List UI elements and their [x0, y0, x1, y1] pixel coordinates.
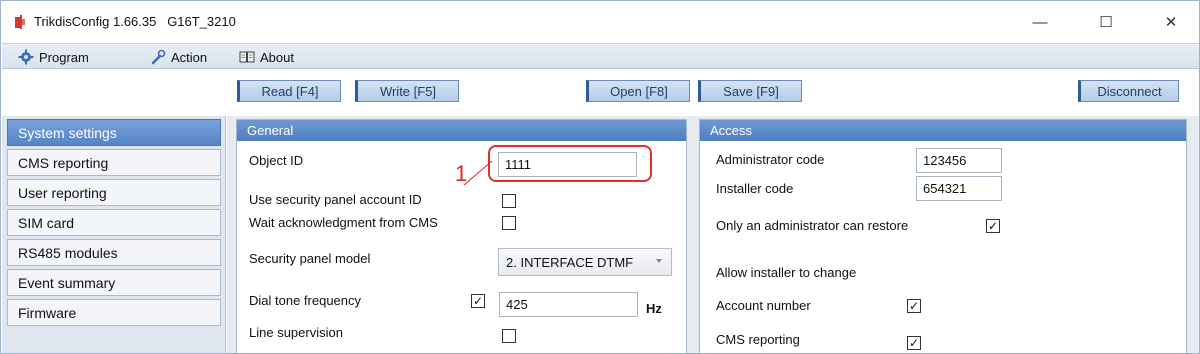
menu-about-label: About — [260, 49, 294, 65]
sidebar-item-firmware[interactable]: Firmware — [7, 299, 221, 326]
annotation-number: 1 — [455, 161, 468, 186]
dial-tone-label: Dial tone frequency — [249, 293, 362, 308]
admin-code-label: Administrator code — [716, 152, 825, 167]
object-id-label: Object ID — [249, 153, 304, 168]
maximize-button[interactable]: ☐ — [1084, 9, 1128, 35]
book-icon — [239, 51, 255, 63]
panel-model-label: Security panel model — [249, 251, 371, 266]
account-number-label: Account number — [716, 298, 811, 313]
chevron-down-icon — [656, 259, 662, 263]
menu-program[interactable]: Program — [18, 47, 89, 67]
window-title: TrikdisConfig 1.66.35 G16T_3210 — [34, 14, 236, 29]
cms-reporting-label: CMS reporting — [716, 332, 800, 347]
check-icon: ✓ — [472, 294, 484, 308]
save-button[interactable]: Save [F9] — [698, 80, 802, 102]
toolbar: Read [F4] Write [F5] Open [F8] Save [F9]… — [1, 70, 1199, 110]
app-window: TrikdisConfig 1.66.35 G16T_3210 — ☐ ✕ Pr… — [0, 0, 1200, 354]
annotation-highlight — [488, 145, 652, 182]
only-admin-checkbox[interactable]: ✓ — [986, 219, 1000, 233]
only-admin-label: Only an administrator can restore — [716, 218, 909, 233]
dial-tone-input[interactable]: 425 — [499, 292, 638, 317]
menu-action[interactable]: Action — [150, 47, 207, 67]
wrench-icon — [151, 49, 166, 65]
check-icon: ✓ — [987, 219, 999, 233]
open-button[interactable]: Open [F8] — [586, 80, 690, 102]
allow-installer-label: Allow installer to change — [716, 265, 857, 280]
title-bar: TrikdisConfig 1.66.35 G16T_3210 — ☐ ✕ — [1, 1, 1199, 41]
sidebar-item-event-summary[interactable]: Event summary — [7, 269, 221, 296]
trikdis-app-icon — [15, 15, 25, 29]
menu-program-label: Program — [39, 49, 89, 65]
use-account-id-checkbox[interactable] — [502, 194, 516, 208]
cms-reporting-checkbox[interactable]: ✓ — [907, 336, 921, 350]
access-panel-header: Access — [700, 120, 1186, 141]
sidebar-item-cms-reporting[interactable]: CMS reporting — [7, 149, 221, 176]
gear-icon — [18, 49, 34, 65]
use-account-id-label: Use security panel account ID — [249, 192, 422, 207]
check-icon: ✓ — [908, 299, 920, 313]
dial-tone-checkbox[interactable]: ✓ — [471, 294, 485, 308]
line-supervision-label: Line supervision — [249, 325, 343, 340]
wait-ack-checkbox[interactable] — [502, 216, 516, 230]
sidebar-item-rs485-modules[interactable]: RS485 modules — [7, 239, 221, 266]
account-number-checkbox[interactable]: ✓ — [907, 299, 921, 313]
sidebar-item-sim-card[interactable]: SIM card — [7, 209, 221, 236]
close-button[interactable]: ✕ — [1149, 9, 1193, 35]
general-panel-header: General — [237, 120, 686, 141]
disconnect-button[interactable]: Disconnect — [1078, 80, 1179, 102]
annotation-pointer — [464, 160, 493, 186]
sidebar-item-system-settings[interactable]: System settings — [7, 119, 221, 146]
minimize-button[interactable]: — — [1018, 9, 1062, 35]
menu-about[interactable]: About — [239, 47, 294, 67]
dial-tone-unit: Hz — [646, 301, 662, 316]
sidebar-item-user-reporting[interactable]: User reporting — [7, 179, 221, 206]
check-icon: ✓ — [908, 336, 920, 350]
panel-model-select[interactable]: 2. INTERFACE DTMF — [498, 248, 672, 276]
wait-ack-label: Wait acknowledgment from CMS — [249, 215, 438, 230]
admin-code-input[interactable]: 123456 — [916, 148, 1002, 173]
panel-model-value: 2. INTERFACE DTMF — [506, 254, 634, 270]
installer-code-input[interactable]: 654321 — [916, 176, 1002, 201]
menu-action-label: Action — [171, 49, 208, 65]
line-supervision-checkbox[interactable] — [502, 329, 516, 343]
menu-bar: Program Action About — [2, 43, 1199, 69]
sidebar-nav: System settings CMS reporting User repor… — [2, 116, 226, 353]
read-button[interactable]: Read [F4] — [237, 80, 341, 102]
installer-code-label: Installer code — [716, 181, 794, 196]
write-button[interactable]: Write [F5] — [355, 80, 459, 102]
